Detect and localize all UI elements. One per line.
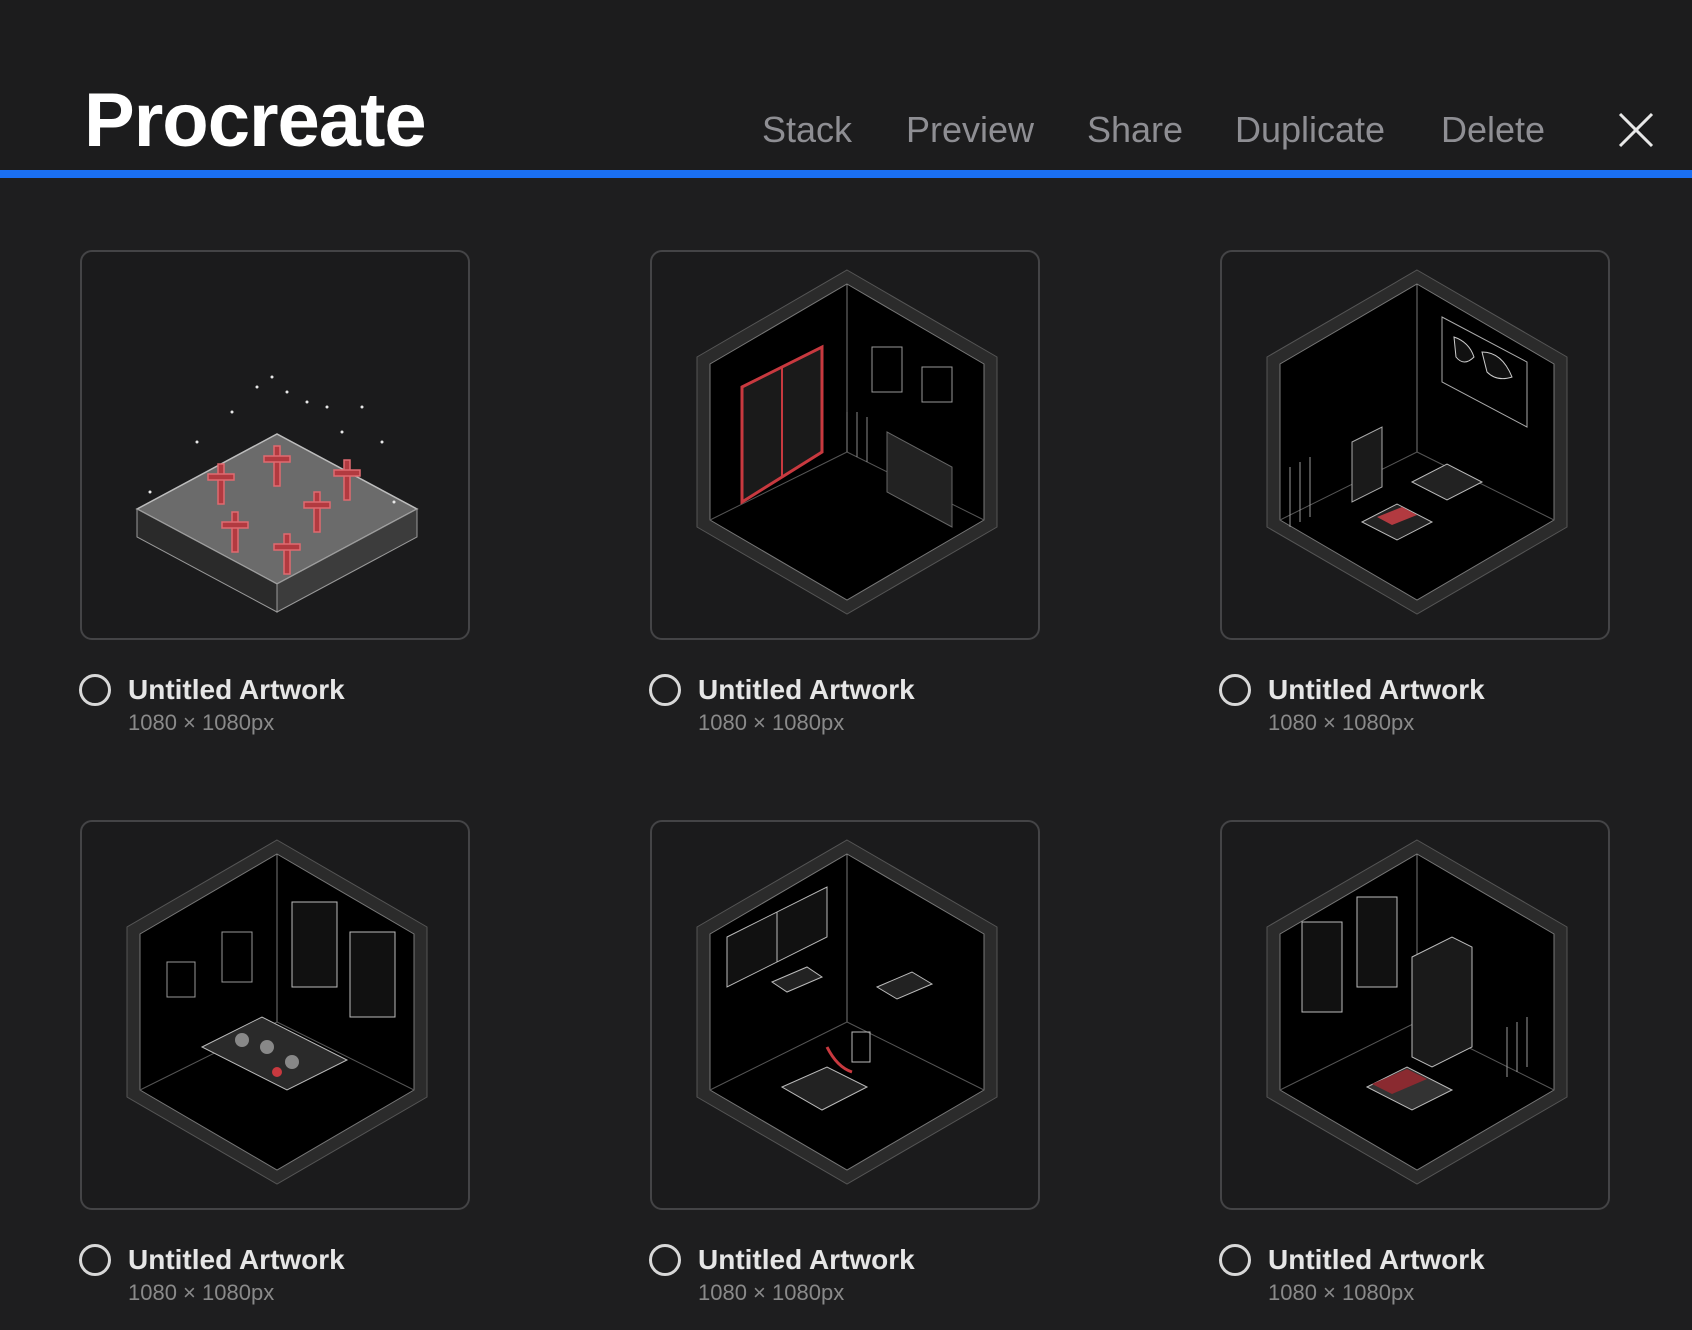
top-bar: Procreate Stack Preview Share Duplicate … xyxy=(0,0,1692,170)
artwork-size: 1080 × 1080px xyxy=(128,710,275,735)
artwork-thumbnail[interactable] xyxy=(80,820,470,1210)
select-checkbox[interactable] xyxy=(79,674,111,706)
artwork-title[interactable]: Untitled Artwork xyxy=(698,673,915,707)
selection-accent-bar xyxy=(0,170,1692,178)
close-icon[interactable] xyxy=(1616,110,1656,150)
artwork-title[interactable]: Untitled Artwork xyxy=(1268,1243,1485,1277)
artwork-size: 1080 × 1080px xyxy=(698,1280,845,1305)
artwork-thumbnail[interactable] xyxy=(1220,820,1610,1210)
artwork-size: 1080 × 1080px xyxy=(1268,710,1415,735)
artwork-title[interactable]: Untitled Artwork xyxy=(698,1243,915,1277)
dining-room-drawing xyxy=(126,839,428,1185)
graveyard-drawing xyxy=(135,375,419,613)
artwork-size: 1080 × 1080px xyxy=(1268,1280,1415,1305)
artwork-thumbnail[interactable] xyxy=(80,250,470,640)
bedroom-drawing xyxy=(1266,839,1568,1185)
select-checkbox[interactable] xyxy=(1219,1244,1251,1276)
artwork-thumbnail[interactable] xyxy=(650,820,1040,1210)
classroom-drawing xyxy=(1266,269,1568,615)
duplicate-button[interactable]: Duplicate xyxy=(1235,108,1385,152)
app-title: Procreate xyxy=(84,78,427,163)
select-checkbox[interactable] xyxy=(649,1244,681,1276)
artwork-size: 1080 × 1080px xyxy=(128,1280,275,1305)
preview-button[interactable]: Preview xyxy=(906,108,1034,152)
artwork-thumbnail[interactable] xyxy=(650,250,1040,640)
share-button[interactable]: Share xyxy=(1087,108,1183,152)
artwork-size: 1080 × 1080px xyxy=(698,710,845,735)
select-checkbox[interactable] xyxy=(649,674,681,706)
delete-button[interactable]: Delete xyxy=(1441,108,1545,152)
artwork-title[interactable]: Untitled Artwork xyxy=(128,1243,345,1277)
artwork-title[interactable]: Untitled Artwork xyxy=(1268,673,1485,707)
artwork-thumbnail[interactable] xyxy=(1220,250,1610,640)
room-drawing xyxy=(696,269,998,615)
stack-button[interactable]: Stack xyxy=(762,108,852,152)
select-checkbox[interactable] xyxy=(79,1244,111,1276)
artwork-title[interactable]: Untitled Artwork xyxy=(128,673,345,707)
select-checkbox[interactable] xyxy=(1219,674,1251,706)
bathroom-drawing xyxy=(696,839,998,1185)
